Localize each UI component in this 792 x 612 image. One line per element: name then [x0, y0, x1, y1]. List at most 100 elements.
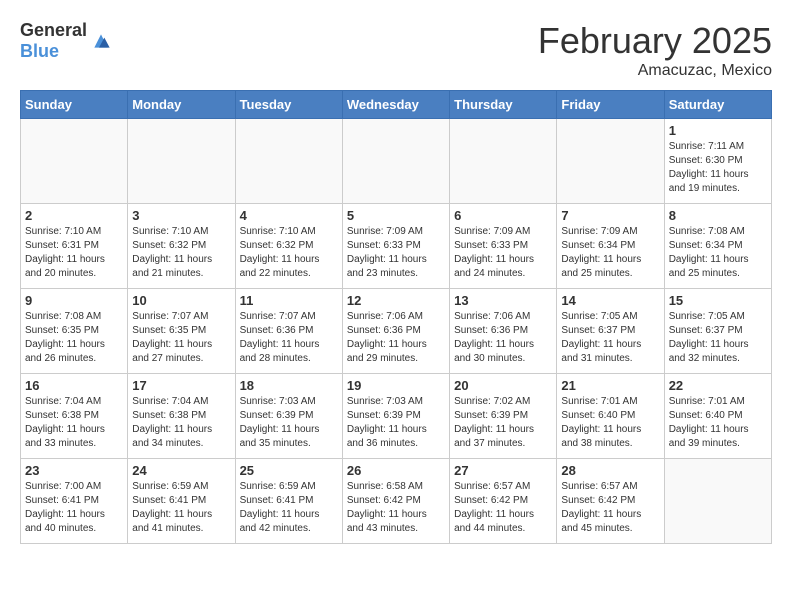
calendar-cell [557, 119, 664, 204]
calendar-cell: 1 Sunrise: 7:11 AM Sunset: 6:30 PM Daylig… [664, 119, 771, 204]
day-number: 18 [240, 378, 338, 393]
weekday-header-saturday: Saturday [664, 91, 771, 119]
day-info: Sunrise: 7:08 AM Sunset: 6:34 PM Dayligh… [669, 225, 767, 281]
calendar-cell: 22Sunrise: 7:01 AM Sunset: 6:40 PM Dayli… [664, 374, 771, 459]
calendar-cell [21, 119, 128, 204]
day-info: Sunrise: 7:09 AM Sunset: 6:33 PM Dayligh… [347, 225, 445, 281]
day-info: Sunrise: 7:10 AM Sunset: 6:31 PM Dayligh… [25, 225, 123, 281]
week-row-1: 1 Sunrise: 7:11 AM Sunset: 6:30 PM Daylig… [21, 119, 772, 204]
logo-blue-text: Blue [20, 41, 87, 62]
day-number: 20 [454, 378, 552, 393]
day-info: Sunrise: 7:06 AM Sunset: 6:36 PM Dayligh… [454, 310, 552, 366]
day-info: Sunrise: 6:59 AM Sunset: 6:41 PM Dayligh… [240, 480, 338, 536]
calendar-cell: 2 Sunrise: 7:10 AM Sunset: 6:31 PM Daylig… [21, 204, 128, 289]
day-info: Sunrise: 7:10 AM Sunset: 6:32 PM Dayligh… [132, 225, 230, 281]
calendar-cell: 5 Sunrise: 7:09 AM Sunset: 6:33 PM Daylig… [342, 204, 449, 289]
day-number: 27 [454, 463, 552, 478]
day-number: 10 [132, 293, 230, 308]
day-info: Sunrise: 7:10 AM Sunset: 6:32 PM Dayligh… [240, 225, 338, 281]
calendar-cell: 26 Sunrise: 6:58 AM Sunset: 6:42 PM Dayli… [342, 459, 449, 544]
calendar-cell [128, 119, 235, 204]
day-info: Sunrise: 7:03 AM Sunset: 6:39 PM Dayligh… [240, 395, 338, 451]
day-number: 24 [132, 463, 230, 478]
calendar-cell: 25Sunrise: 6:59 AM Sunset: 6:41 PM Dayli… [235, 459, 342, 544]
week-row-4: 16 Sunrise: 7:04 AM Sunset: 6:38 PM Dayli… [21, 374, 772, 459]
day-info: Sunrise: 7:07 AM Sunset: 6:35 PM Dayligh… [132, 310, 230, 366]
week-row-2: 2 Sunrise: 7:10 AM Sunset: 6:31 PM Daylig… [21, 204, 772, 289]
day-number: 28 [561, 463, 659, 478]
day-number: 9 [25, 293, 123, 308]
day-info: Sunrise: 6:59 AM Sunset: 6:41 PM Dayligh… [132, 480, 230, 536]
day-number: 15 [669, 293, 767, 308]
day-number: 11 [240, 293, 338, 308]
logo-icon [91, 31, 111, 51]
calendar-cell: 6 Sunrise: 7:09 AM Sunset: 6:33 PM Daylig… [450, 204, 557, 289]
calendar-cell: 3Sunrise: 7:10 AM Sunset: 6:32 PM Daylig… [128, 204, 235, 289]
day-number: 12 [347, 293, 445, 308]
weekday-header-sunday: Sunday [21, 91, 128, 119]
day-info: Sunrise: 7:01 AM Sunset: 6:40 PM Dayligh… [561, 395, 659, 451]
calendar-cell: 4 Sunrise: 7:10 AM Sunset: 6:32 PM Daylig… [235, 204, 342, 289]
day-info: Sunrise: 7:05 AM Sunset: 6:37 PM Dayligh… [561, 310, 659, 366]
calendar-cell: 10 Sunrise: 7:07 AM Sunset: 6:35 PM Dayli… [128, 289, 235, 374]
day-number: 21 [561, 378, 659, 393]
day-info: Sunrise: 7:06 AM Sunset: 6:36 PM Dayligh… [347, 310, 445, 366]
calendar-cell: 23 Sunrise: 7:00 AM Sunset: 6:41 PM Dayli… [21, 459, 128, 544]
title-block: February 2025 Amacuzac, Mexico [538, 20, 772, 80]
day-number: 2 [25, 208, 123, 223]
calendar-cell: 12 Sunrise: 7:06 AM Sunset: 6:36 PM Dayli… [342, 289, 449, 374]
weekday-header-friday: Friday [557, 91, 664, 119]
calendar-cell: 15 Sunrise: 7:05 AM Sunset: 6:37 PM Dayli… [664, 289, 771, 374]
calendar-cell: 18 Sunrise: 7:03 AM Sunset: 6:39 PM Dayli… [235, 374, 342, 459]
day-number: 1 [669, 123, 767, 138]
day-info: Sunrise: 6:57 AM Sunset: 6:42 PM Dayligh… [454, 480, 552, 536]
calendar-cell: 19 Sunrise: 7:03 AM Sunset: 6:39 PM Dayli… [342, 374, 449, 459]
calendar-cell: 9Sunrise: 7:08 AM Sunset: 6:35 PM Daylig… [21, 289, 128, 374]
calendar-cell [235, 119, 342, 204]
day-number: 19 [347, 378, 445, 393]
week-row-3: 9Sunrise: 7:08 AM Sunset: 6:35 PM Daylig… [21, 289, 772, 374]
calendar-cell: 8 Sunrise: 7:08 AM Sunset: 6:34 PM Daylig… [664, 204, 771, 289]
calendar-cell: 28 Sunrise: 6:57 AM Sunset: 6:42 PM Dayli… [557, 459, 664, 544]
weekday-header-monday: Monday [128, 91, 235, 119]
day-info: Sunrise: 6:58 AM Sunset: 6:42 PM Dayligh… [347, 480, 445, 536]
calendar-cell: 16 Sunrise: 7:04 AM Sunset: 6:38 PM Dayli… [21, 374, 128, 459]
day-info: Sunrise: 7:03 AM Sunset: 6:39 PM Dayligh… [347, 395, 445, 451]
weekday-header-wednesday: Wednesday [342, 91, 449, 119]
day-number: 16 [25, 378, 123, 393]
day-number: 13 [454, 293, 552, 308]
day-info: Sunrise: 6:57 AM Sunset: 6:42 PM Dayligh… [561, 480, 659, 536]
calendar-cell: 21 Sunrise: 7:01 AM Sunset: 6:40 PM Dayli… [557, 374, 664, 459]
logo: General Blue [20, 20, 111, 62]
calendar-cell: 17 Sunrise: 7:04 AM Sunset: 6:38 PM Dayli… [128, 374, 235, 459]
week-row-5: 23 Sunrise: 7:00 AM Sunset: 6:41 PM Dayli… [21, 459, 772, 544]
page-header: General Blue February 2025 Amacuzac, Mex… [20, 20, 772, 80]
day-number: 8 [669, 208, 767, 223]
calendar-cell: 11 Sunrise: 7:07 AM Sunset: 6:36 PM Dayli… [235, 289, 342, 374]
day-number: 22 [669, 378, 767, 393]
weekday-header-row: SundayMondayTuesdayWednesdayThursdayFrid… [21, 91, 772, 119]
day-number: 4 [240, 208, 338, 223]
day-info: Sunrise: 7:05 AM Sunset: 6:37 PM Dayligh… [669, 310, 767, 366]
weekday-header-thursday: Thursday [450, 91, 557, 119]
calendar-cell: 7Sunrise: 7:09 AM Sunset: 6:34 PM Daylig… [557, 204, 664, 289]
day-info: Sunrise: 7:04 AM Sunset: 6:38 PM Dayligh… [25, 395, 123, 451]
day-info: Sunrise: 7:09 AM Sunset: 6:34 PM Dayligh… [561, 225, 659, 281]
calendar-cell: 20Sunrise: 7:02 AM Sunset: 6:39 PM Dayli… [450, 374, 557, 459]
day-info: Sunrise: 7:07 AM Sunset: 6:36 PM Dayligh… [240, 310, 338, 366]
month-title: February 2025 [538, 20, 772, 62]
day-info: Sunrise: 7:09 AM Sunset: 6:33 PM Dayligh… [454, 225, 552, 281]
day-number: 26 [347, 463, 445, 478]
day-number: 6 [454, 208, 552, 223]
calendar-cell: 27 Sunrise: 6:57 AM Sunset: 6:42 PM Dayli… [450, 459, 557, 544]
day-number: 5 [347, 208, 445, 223]
calendar-table: SundayMondayTuesdayWednesdayThursdayFrid… [20, 90, 772, 544]
logo-general-text: General [20, 20, 87, 41]
day-info: Sunrise: 7:00 AM Sunset: 6:41 PM Dayligh… [25, 480, 123, 536]
calendar-cell: 14Sunrise: 7:05 AM Sunset: 6:37 PM Dayli… [557, 289, 664, 374]
day-number: 23 [25, 463, 123, 478]
day-info: Sunrise: 7:11 AM Sunset: 6:30 PM Dayligh… [669, 140, 767, 196]
day-info: Sunrise: 7:04 AM Sunset: 6:38 PM Dayligh… [132, 395, 230, 451]
day-number: 17 [132, 378, 230, 393]
calendar-cell: 24 Sunrise: 6:59 AM Sunset: 6:41 PM Dayli… [128, 459, 235, 544]
